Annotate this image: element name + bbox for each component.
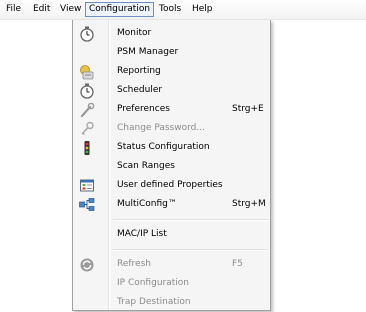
menu-item-mac-ip-list[interactable]: MAC/IP List bbox=[75, 225, 269, 244]
menu-item-scheduler[interactable]: Scheduler bbox=[75, 81, 269, 100]
menu-item-label: Preferences bbox=[117, 104, 170, 114]
menu-bar: File Edit View Configuration Tools Help bbox=[0, 0, 366, 20]
properties-icon bbox=[79, 178, 95, 194]
menu-view[interactable]: View bbox=[57, 2, 84, 17]
wrench-icon bbox=[79, 102, 95, 118]
stopwatch-icon bbox=[79, 26, 95, 42]
menu-item-label: IP Configuration bbox=[117, 278, 189, 288]
menu-item-status-configuration[interactable]: Status Configuration bbox=[75, 138, 269, 157]
menu-separator bbox=[113, 219, 268, 220]
menu-item-label: User defined Properties bbox=[117, 180, 223, 190]
menu-item-label: Scan Ranges bbox=[117, 161, 175, 171]
menu-item-label: Refresh bbox=[117, 259, 151, 269]
menu-item-reporting[interactable]: Reporting bbox=[75, 62, 269, 81]
menu-item-refresh[interactable]: Refresh F5 bbox=[75, 255, 269, 274]
menu-item-label: Trap Destination bbox=[117, 297, 191, 307]
menu-item-psm-manager[interactable]: PSM Manager bbox=[75, 43, 269, 62]
menu-item-change-password[interactable]: Change Password... bbox=[75, 119, 269, 138]
menu-separator bbox=[113, 249, 268, 250]
menu-item-shortcut: Strg+M bbox=[232, 199, 266, 209]
menu-item-label: Scheduler bbox=[117, 85, 163, 95]
menu-item-shortcut: F5 bbox=[232, 259, 243, 269]
configuration-dropdown-menu: Monitor PSM Manager Reporting Scheduler bbox=[72, 20, 271, 311]
key-icon bbox=[79, 121, 95, 137]
menu-item-label: Status Configuration bbox=[117, 142, 210, 152]
menu-item-user-defined-properties[interactable]: User defined Properties bbox=[75, 176, 269, 195]
reporting-icon bbox=[79, 64, 95, 80]
menu-tools[interactable]: Tools bbox=[156, 2, 184, 17]
menu-item-label: Monitor bbox=[117, 28, 152, 38]
menu-item-label: Change Password... bbox=[117, 123, 205, 133]
menu-item-monitor[interactable]: Monitor bbox=[75, 24, 269, 43]
menu-item-shortcut: Strg+E bbox=[232, 104, 264, 114]
menu-file[interactable]: File bbox=[3, 2, 24, 17]
menu-help[interactable]: Help bbox=[189, 2, 216, 17]
menu-item-label: PSM Manager bbox=[117, 47, 179, 57]
stopwatch-icon bbox=[79, 83, 95, 99]
menu-item-trap-destination[interactable]: Trap Destination bbox=[75, 293, 269, 312]
menu-item-ip-configuration[interactable]: IP Configuration bbox=[75, 274, 269, 293]
refresh-icon bbox=[79, 257, 95, 273]
menu-item-multiconfig[interactable]: MultiConfig™ Strg+M bbox=[75, 195, 269, 214]
network-icon bbox=[79, 197, 95, 213]
menu-edit[interactable]: Edit bbox=[30, 2, 53, 17]
menu-item-preferences[interactable]: Preferences Strg+E bbox=[75, 100, 269, 119]
menu-item-scan-ranges[interactable]: Scan Ranges bbox=[75, 157, 269, 176]
menu-item-label: MultiConfig™ bbox=[117, 199, 177, 209]
menu-item-label: MAC/IP List bbox=[117, 229, 167, 239]
menu-item-label: Reporting bbox=[117, 66, 161, 76]
menu-configuration[interactable]: Configuration bbox=[85, 2, 155, 17]
traffic-light-icon bbox=[79, 140, 95, 156]
